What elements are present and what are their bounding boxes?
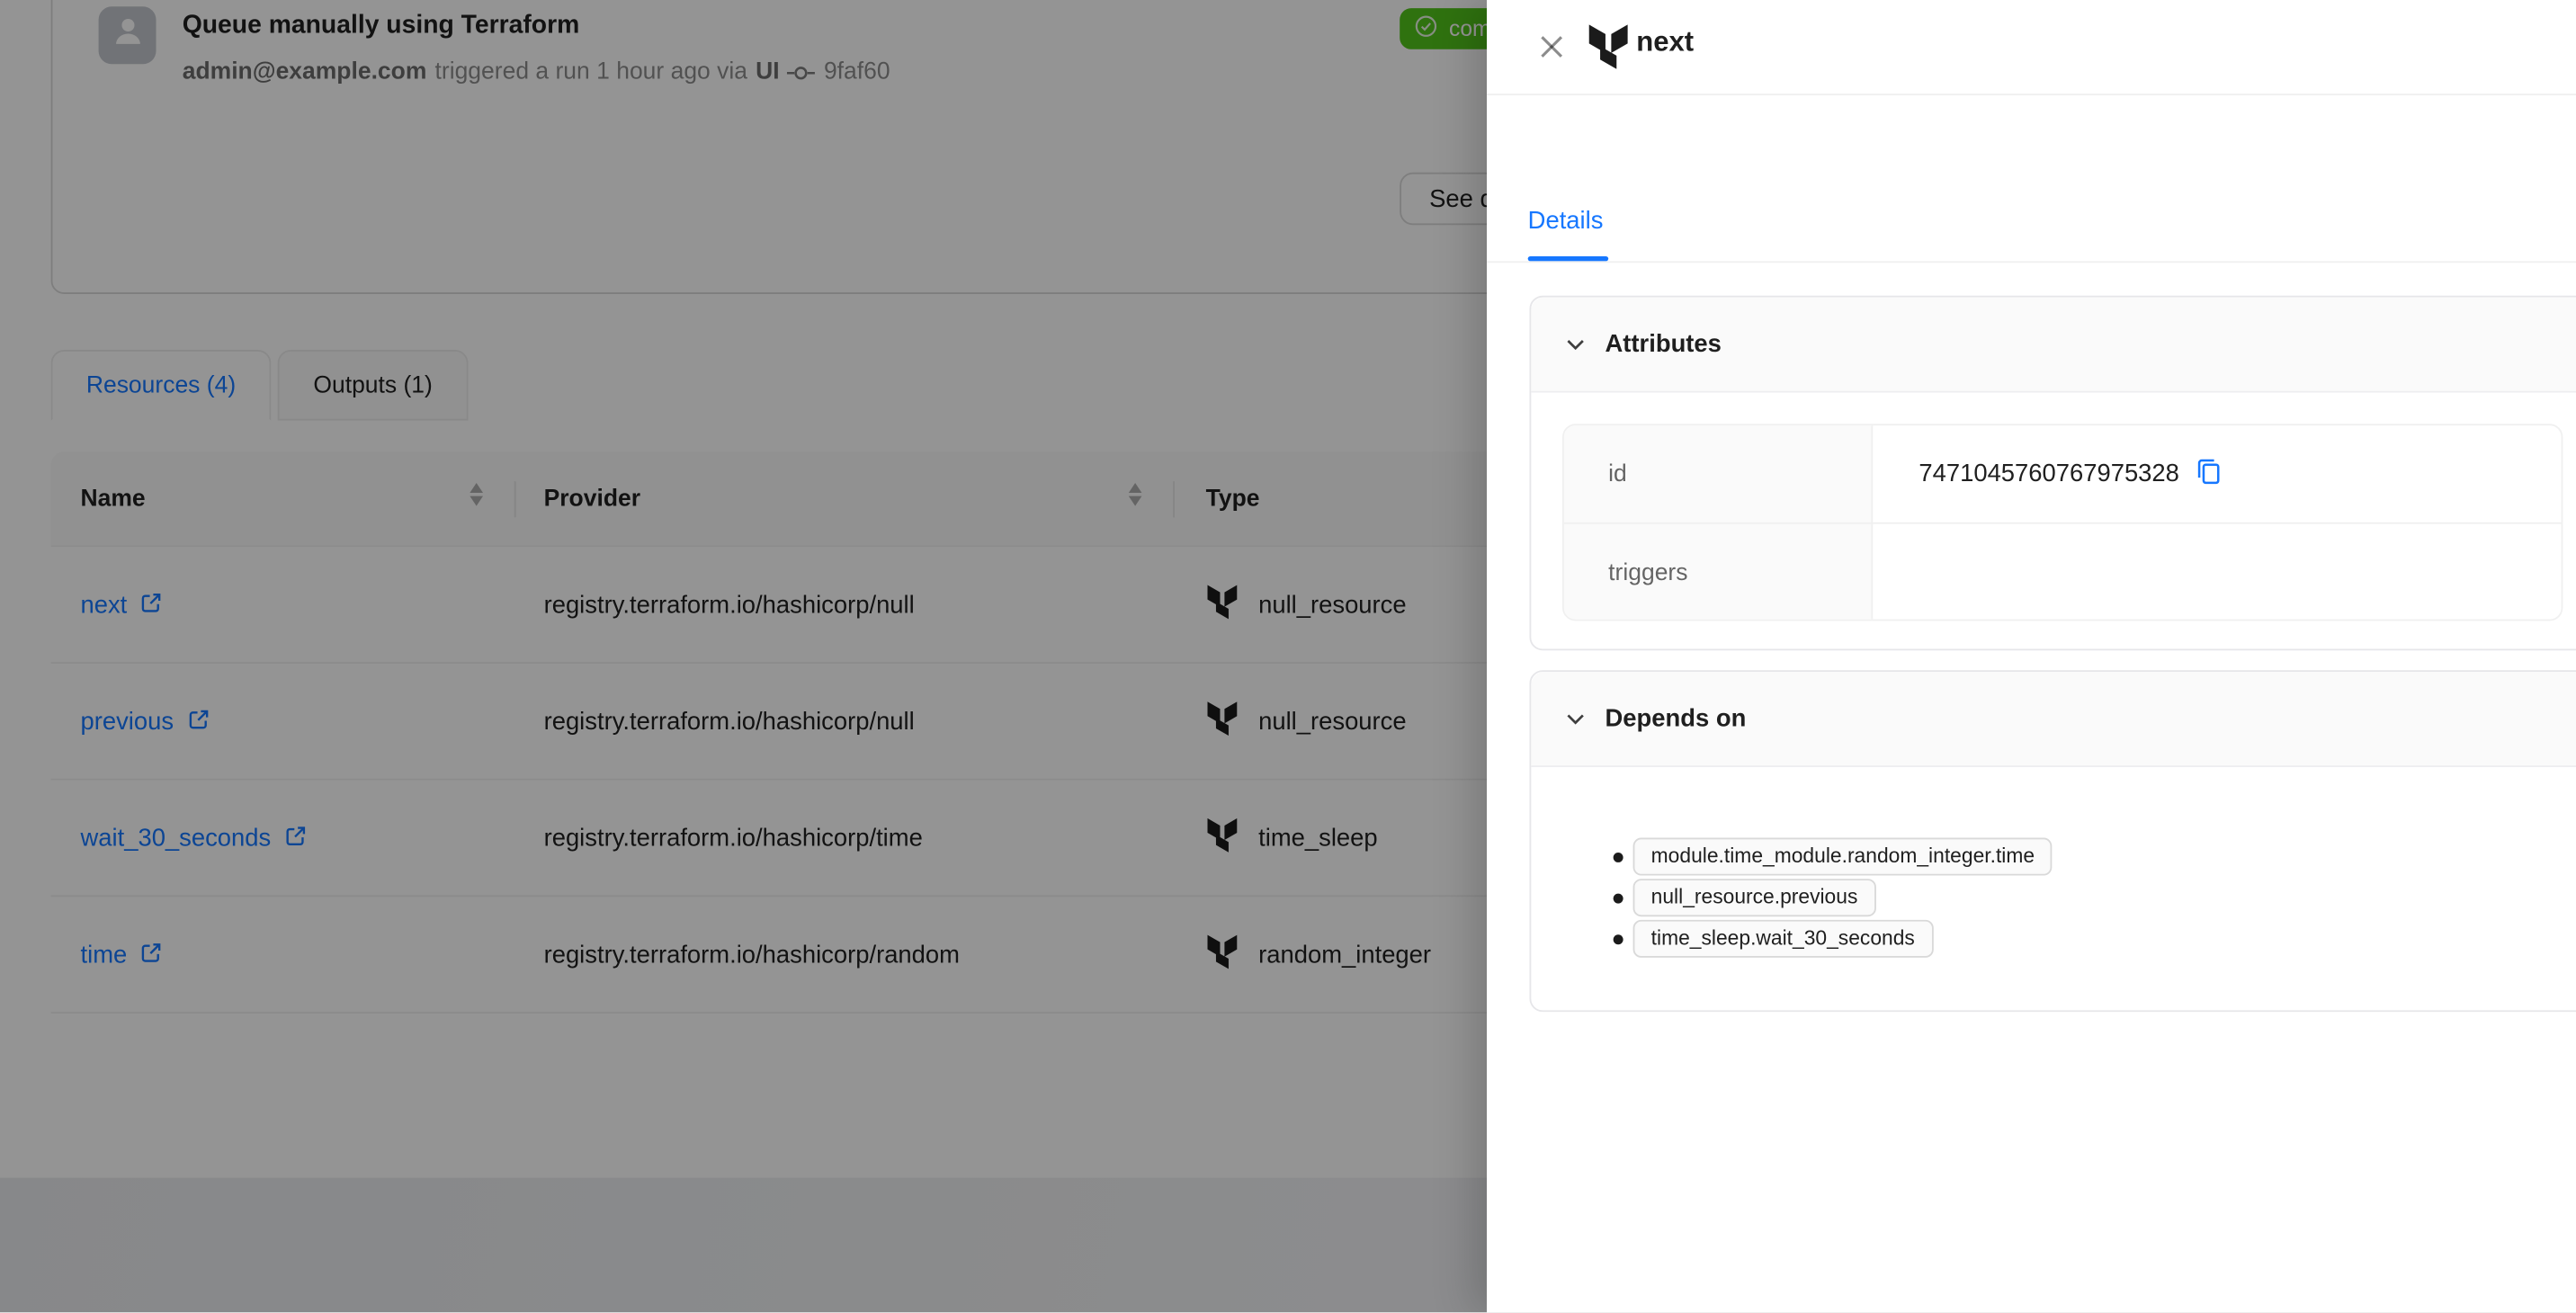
- depends-on-panel: Depends on module.time_module.random_int…: [1529, 670, 2575, 1012]
- tab-details[interactable]: Details: [1528, 207, 1604, 235]
- dependency-tag: time_sleep.wait_30_seconds: [1633, 920, 1933, 958]
- bullet: [1614, 853, 1623, 862]
- attr-label-id: id: [1608, 461, 1627, 487]
- attributes-panel-header[interactable]: Attributes: [1531, 298, 2576, 393]
- row-divider: [1564, 523, 2563, 524]
- attr-label-triggers: triggers: [1608, 560, 1687, 586]
- tabs-divider: [1487, 261, 2576, 263]
- bullet: [1614, 894, 1623, 904]
- dependency-tag: null_resource.previous: [1633, 879, 1876, 916]
- copy-icon[interactable]: [2179, 457, 2222, 491]
- dependency-tag: module.time_module.random_integer.time: [1633, 838, 2053, 876]
- resource-details-drawer: next Details Attributes id 7471045760767…: [1487, 0, 2576, 1312]
- terraform-icon: [1588, 24, 1628, 76]
- screen: Queue manually using Terraform admin@exa…: [0, 0, 2576, 1312]
- drawer-title: next: [1636, 26, 1694, 59]
- attributes-table: id 7471045760767975328 triggers: [1562, 424, 2563, 621]
- chevron-down-icon: [1564, 708, 1588, 739]
- attr-id-value-text: 7471045760767975328: [1919, 460, 2179, 487]
- close-icon[interactable]: [1536, 31, 1566, 61]
- depends-on-title: Depends on: [1606, 672, 1747, 767]
- attributes-panel: Attributes id 7471045760767975328 trigge…: [1529, 296, 2575, 651]
- drawer-header: next: [1487, 0, 2576, 95]
- depends-on-panel-header[interactable]: Depends on: [1531, 672, 2576, 767]
- attributes-title: Attributes: [1606, 298, 1722, 393]
- chevron-down-icon: [1564, 334, 1588, 365]
- attr-value-id: 7471045760767975328: [1919, 457, 2222, 491]
- bullet: [1614, 934, 1623, 944]
